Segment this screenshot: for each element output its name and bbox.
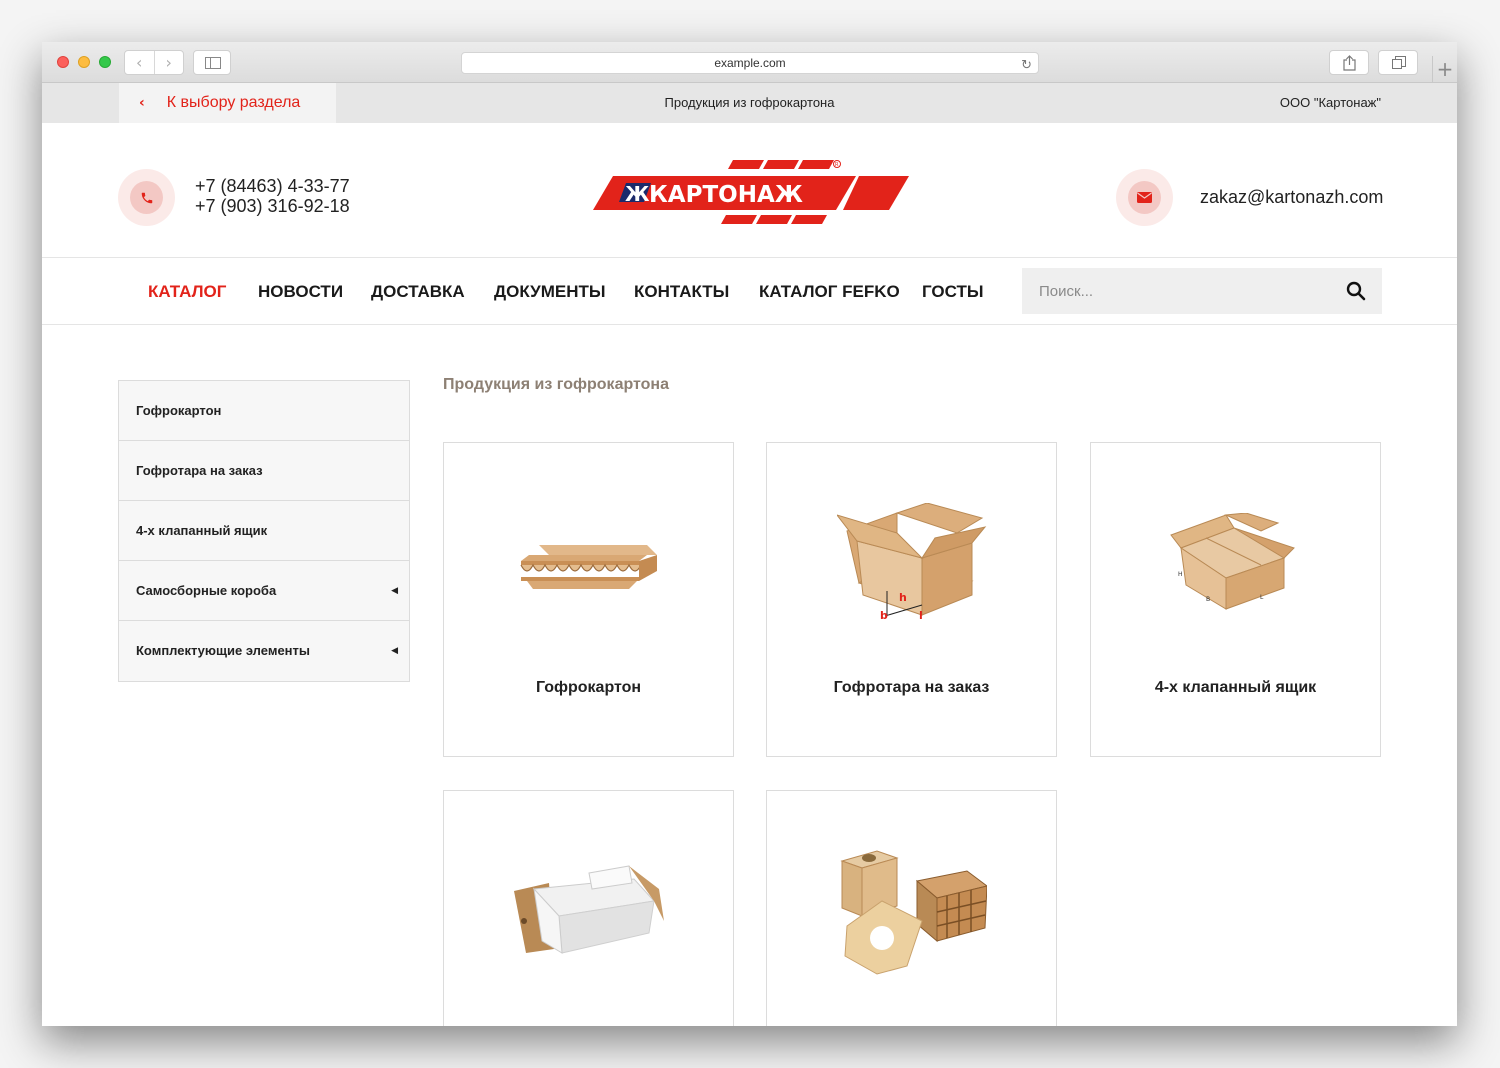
search-box xyxy=(1022,268,1382,314)
caret-left-icon[interactable]: ◀ xyxy=(391,621,398,681)
topbar-title: Продукция из гофрокартона xyxy=(664,95,835,110)
product-label: Гофротара на заказ xyxy=(833,679,990,696)
sidebar-item-self-assembly-boxes[interactable]: Самосборные короба ◀ xyxy=(119,561,409,621)
insert-components-image xyxy=(767,831,1056,991)
share-button[interactable] xyxy=(1329,50,1369,75)
kartonazh-logo: Ж КАРТОНАЖ R xyxy=(593,160,909,224)
chevron-right-icon[interactable]: › xyxy=(155,51,184,74)
site-header: +7 (84463) 4-33-77 +7 (903) 316-92-18 Ж … xyxy=(42,123,1457,258)
svg-text:H: H xyxy=(1178,571,1183,578)
product-card-components[interactable] xyxy=(766,790,1057,1026)
product-card-self-assembly-box[interactable] xyxy=(443,790,734,1026)
svg-text:B: B xyxy=(1206,596,1210,603)
product-card-corrugated-board[interactable]: Гофрокартон xyxy=(443,442,734,757)
sidebar-item-label: Гофрокартон xyxy=(136,403,222,418)
sidebar-item-label: 4-х клапанный ящик xyxy=(136,523,268,538)
product-card-four-flap-box[interactable]: H B L 4-х клапанный ящик xyxy=(1090,442,1381,757)
sidebar-item-label: Комплектующие элементы xyxy=(136,643,310,658)
svg-text:Ж: Ж xyxy=(625,182,650,206)
sidebar-item-label: Самосборные короба xyxy=(136,583,277,598)
svg-text:b: b xyxy=(880,609,888,622)
close-window-button[interactable] xyxy=(57,56,69,68)
nav-gost[interactable]: ГОСТЫ xyxy=(922,282,984,302)
history-nav: ‹ › xyxy=(124,50,184,75)
self-assembly-box-image xyxy=(444,831,733,991)
search-input[interactable] xyxy=(1022,268,1322,314)
phone-badge xyxy=(118,169,175,226)
sidebar-item-four-flap-box[interactable]: 4-х клапанный ящик xyxy=(119,501,409,561)
email-badge xyxy=(1116,169,1173,226)
browser-window: ‹ › example.com ↻ + ‹ К выбору раздела П… xyxy=(42,42,1457,1026)
site-logo[interactable]: Ж КАРТОНАЖ R xyxy=(591,158,911,231)
phone-numbers: +7 (84463) 4-33-77 +7 (903) 316-92-18 xyxy=(195,176,350,216)
catalog-sidebar: Гофрокартон Гофротара на заказ 4-х клапа… xyxy=(118,380,410,682)
phone-number-1[interactable]: +7 (84463) 4-33-77 xyxy=(195,176,350,196)
sidebar-item-corrugated-board[interactable]: Гофрокартон xyxy=(119,381,409,441)
nav-catalog[interactable]: КАТАЛОГ xyxy=(148,282,226,302)
search-icon[interactable] xyxy=(1346,281,1366,301)
sidebar-item-custom-packaging[interactable]: Гофротара на заказ xyxy=(119,441,409,501)
tabs-overview-button[interactable] xyxy=(1378,50,1418,75)
nav-contacts[interactable]: КОНТАКТЫ xyxy=(634,282,729,302)
product-label: 4-х клапанный ящик xyxy=(1154,679,1317,696)
section-title: Продукция из гофрокартона xyxy=(443,376,669,393)
sidebar-item-label: Гофротара на заказ xyxy=(136,463,263,478)
sidebar-item-components[interactable]: Комплектующие элементы ◀ xyxy=(119,621,409,681)
company-name: ООО "Картонаж" xyxy=(1279,95,1381,110)
reload-icon[interactable]: ↻ xyxy=(1021,55,1032,76)
nav-news[interactable]: НОВОСТИ xyxy=(258,282,343,302)
chevron-left-icon[interactable]: ‹ xyxy=(125,51,155,74)
main-nav: КАТАЛОГ НОВОСТИ ДОСТАВКА ДОКУМЕНТЫ КОНТА… xyxy=(42,258,1457,325)
phone-icon xyxy=(141,192,152,203)
product-card-custom-packaging[interactable]: h b l Гофротара на заказ xyxy=(766,442,1057,757)
tabs-icon xyxy=(1392,56,1406,69)
svg-text:h: h xyxy=(899,591,907,604)
section-topbar: ‹ К выбору раздела Продукция из гофрокар… xyxy=(42,83,1457,123)
nav-fefko-catalog[interactable]: КАТАЛОГ FEFKO xyxy=(759,282,900,302)
envelope-icon xyxy=(1137,192,1152,203)
caret-left-icon[interactable]: ◀ xyxy=(391,561,398,621)
new-tab-button[interactable]: + xyxy=(1432,56,1457,84)
sidebar-icon xyxy=(205,57,221,69)
four-flap-box-image: H B L xyxy=(1091,483,1380,643)
minimize-window-button[interactable] xyxy=(78,56,90,68)
zoom-window-button[interactable] xyxy=(99,56,111,68)
sidebar-toggle-button[interactable] xyxy=(193,50,231,75)
browser-toolbar: ‹ › example.com ↻ + xyxy=(42,42,1457,84)
url-text: example.com xyxy=(714,56,786,70)
address-bar[interactable]: example.com ↻ xyxy=(461,52,1039,74)
share-icon xyxy=(1343,55,1356,71)
svg-text:КАРТОНАЖ: КАРТОНАЖ xyxy=(649,182,803,208)
email-link[interactable]: zakaz@kartonazh.com xyxy=(1200,187,1383,208)
phone-number-2[interactable]: +7 (903) 316-92-18 xyxy=(195,196,350,216)
svg-text:R: R xyxy=(835,162,839,168)
open-box-dimensions-image: h b l xyxy=(767,483,1056,643)
product-label: Гофрокартон xyxy=(535,679,642,696)
corrugated-sheet-image xyxy=(444,483,733,643)
svg-text:l: l xyxy=(919,609,923,622)
nav-documents[interactable]: ДОКУМЕНТЫ xyxy=(494,282,606,302)
nav-delivery[interactable]: ДОСТАВКА xyxy=(371,282,465,302)
